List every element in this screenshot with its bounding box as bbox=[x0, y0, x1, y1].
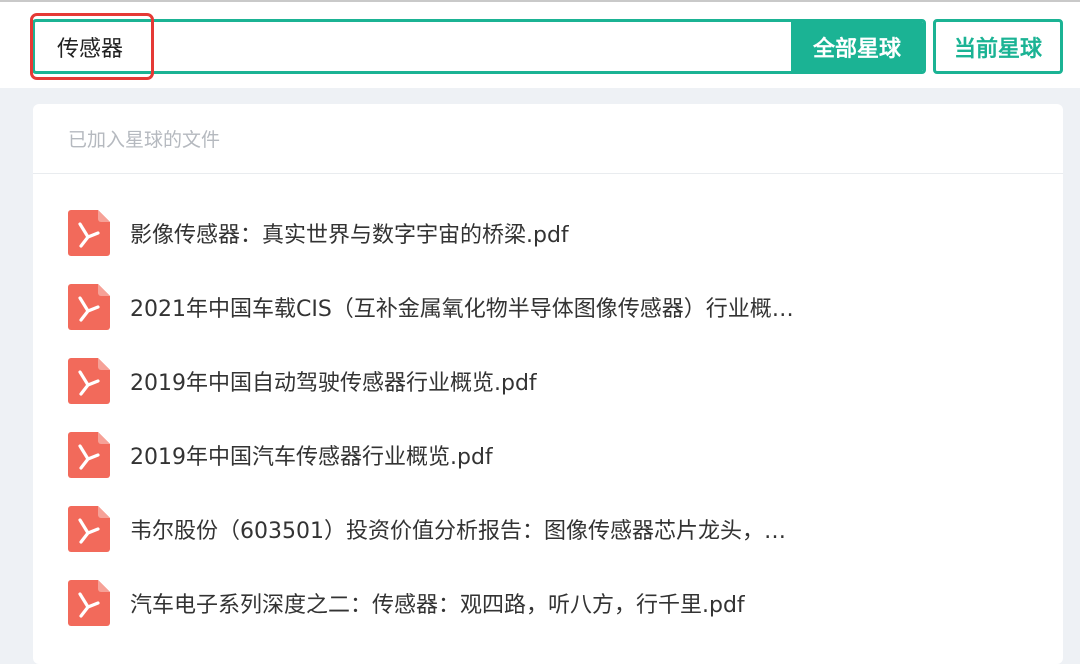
search-bar: 全部星球 当前星球 bbox=[0, 0, 1080, 88]
pdf-icon bbox=[68, 432, 110, 478]
file-item[interactable]: 2019年中国汽车传感器行业概览.pdf bbox=[33, 418, 1063, 492]
file-name[interactable]: 影像传感器：真实世界与数字宇宙的桥梁.pdf bbox=[130, 217, 569, 249]
file-name[interactable]: 2021年中国车载CIS（互补金属氧化物半导体图像传感器）行业概… bbox=[130, 291, 794, 323]
file-list: 影像传感器：真实世界与数字宇宙的桥梁.pdf 2021年中国车载CIS（互补金属… bbox=[33, 174, 1063, 640]
pdf-icon bbox=[68, 580, 110, 626]
files-panel: 已加入星球的文件 影像传感器：真实世界与数字宇宙的桥梁.pdf 2021年中国车… bbox=[33, 104, 1063, 664]
file-item[interactable]: 影像传感器：真实世界与数字宇宙的桥梁.pdf bbox=[33, 196, 1063, 270]
search-all-planets-button[interactable]: 全部星球 bbox=[791, 22, 923, 71]
file-item[interactable]: 汽车电子系列深度之二：传感器：观四路，听八方，行千里.pdf bbox=[33, 566, 1063, 640]
file-item[interactable]: 2019年中国自动驾驶传感器行业概览.pdf bbox=[33, 344, 1063, 418]
search-input[interactable] bbox=[35, 22, 791, 71]
file-item[interactable]: 2021年中国车载CIS（互补金属氧化物半导体图像传感器）行业概… bbox=[33, 270, 1063, 344]
pdf-icon bbox=[68, 358, 110, 404]
pdf-icon bbox=[68, 284, 110, 330]
pdf-icon bbox=[68, 210, 110, 256]
panel-title: 已加入星球的文件 bbox=[33, 104, 1063, 174]
file-name[interactable]: 2019年中国自动驾驶传感器行业概览.pdf bbox=[130, 365, 537, 397]
search-box: 全部星球 bbox=[32, 19, 926, 74]
search-current-planet-button[interactable]: 当前星球 bbox=[933, 19, 1063, 74]
pdf-icon bbox=[68, 506, 110, 552]
file-name[interactable]: 韦尔股份（603501）投资价值分析报告：图像传感器芯片龙头，… bbox=[130, 513, 786, 545]
file-name[interactable]: 汽车电子系列深度之二：传感器：观四路，听八方，行千里.pdf bbox=[130, 587, 745, 619]
file-item[interactable]: 韦尔股份（603501）投资价值分析报告：图像传感器芯片龙头，… bbox=[33, 492, 1063, 566]
file-name[interactable]: 2019年中国汽车传感器行业概览.pdf bbox=[130, 439, 493, 471]
